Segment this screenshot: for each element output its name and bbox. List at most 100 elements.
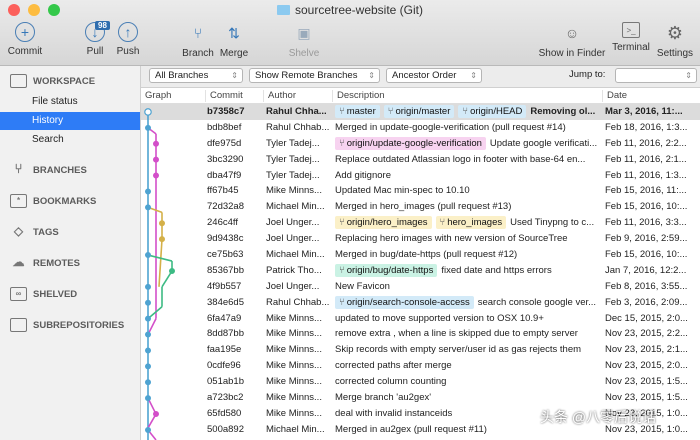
table-row[interactable]: 384e6d5 Rahul Chhab... ⑂ origin/search-co… xyxy=(141,295,700,311)
graph-edge xyxy=(158,239,163,287)
branch-label-tag[interactable]: ⑂ origin/master xyxy=(383,105,455,118)
table-row[interactable]: ff67b45 Mike Minns... Updated Mac min-sp… xyxy=(141,183,700,199)
commit-node[interactable] xyxy=(144,124,152,131)
commit-node[interactable] xyxy=(144,315,152,322)
commit-node[interactable] xyxy=(144,363,152,370)
commit-node[interactable] xyxy=(144,331,152,338)
push-button[interactable]: ↑ Push xyxy=(114,22,142,57)
order-select[interactable]: Ancestor Order ⇕ xyxy=(386,68,482,83)
table-row[interactable]: 85367bb Patrick Tho... ⑂ origin/bug/date-… xyxy=(141,263,700,279)
terminal-icon: >_ xyxy=(622,22,640,38)
commit-node[interactable] xyxy=(159,220,166,227)
column-graph[interactable]: Graph xyxy=(141,90,171,102)
commit-date: Nov 23, 2015, 1:5... xyxy=(605,376,688,388)
table-row[interactable]: b7358c7 Rahul Chha... ⑂ master ⑂ origin/mas… xyxy=(141,104,700,120)
branch-icon: ⑂ xyxy=(14,161,23,176)
commit-node[interactable] xyxy=(144,204,152,211)
sidebar-section-shelved[interactable]: ∞ SHELVED xyxy=(10,287,77,301)
commit-node[interactable] xyxy=(153,156,160,163)
commit-node[interactable] xyxy=(144,283,152,290)
table-row[interactable]: 246c4ff Joel Unger... ⑂ origin/hero_image… xyxy=(141,215,700,231)
sidebar-section-bookmarks[interactable]: * BOOKMARKS xyxy=(10,194,96,208)
commit-hash: 246c4ff xyxy=(207,217,238,229)
commit-node[interactable] xyxy=(153,172,160,179)
table-row[interactable]: bdb8bef Rahul Chhab... Merged in update-… xyxy=(141,120,700,136)
branch-icon: ⑂ xyxy=(462,106,469,117)
commit-author: Mike Minns... xyxy=(266,328,322,340)
sidebar-item-file-status[interactable]: File status xyxy=(0,93,140,111)
table-row[interactable]: 3bc3290 Tyler Tadej... Replace outdated … xyxy=(141,152,700,168)
column-description[interactable]: Description xyxy=(332,90,385,102)
commit-node[interactable] xyxy=(144,379,152,386)
branch-label-tag[interactable]: ⑂ master xyxy=(335,105,380,118)
remote-branches-select[interactable]: Show Remote Branches ⇕ xyxy=(249,68,380,83)
column-author[interactable]: Author xyxy=(263,90,296,102)
shelve-label: Shelve xyxy=(288,48,320,59)
column-commit[interactable]: Commit xyxy=(205,90,243,102)
commit-message: Replace outdated Atlassian logo in foote… xyxy=(335,153,586,165)
sidebar-section-remotes[interactable]: ☁ REMOTES xyxy=(10,256,80,270)
commit-node[interactable] xyxy=(159,236,166,243)
terminal-button[interactable]: >_ Terminal xyxy=(610,22,652,53)
commit-message: deal with invalid instanceids xyxy=(335,407,453,419)
gear-icon: ⚙ xyxy=(666,22,684,43)
commit-button[interactable]: + Commit xyxy=(6,22,44,57)
commit-date: Feb 11, 2016, 1:3... xyxy=(605,169,687,181)
table-row[interactable]: dfe975d Tyler Tadej... ⑂ origin/update-go… xyxy=(141,136,700,152)
table-row[interactable]: ce75b63 Michael Min... Merged in bug/dat… xyxy=(141,247,700,263)
commit-hash: 4f9b557 xyxy=(207,280,242,292)
sidebar-section-branches[interactable]: ⑂ BRANCHES xyxy=(10,161,87,177)
shelve-icon: ▣ xyxy=(297,24,311,41)
table-row[interactable]: 051ab1b Mike Minns... corrected column c… xyxy=(141,374,700,390)
commit-node[interactable] xyxy=(144,188,152,195)
commit-node[interactable] xyxy=(153,411,160,418)
commit-date: Nov 23, 2015, 1:5... xyxy=(605,392,688,404)
table-row[interactable]: 0cdfe96 Mike Minns... corrected paths af… xyxy=(141,358,700,374)
commit-node[interactable] xyxy=(153,140,160,147)
commit-message: Merged in au2gex (pull request #11) xyxy=(335,423,487,435)
table-row[interactable]: a723bc2 Mike Minns... Merge branch 'au2g… xyxy=(141,390,700,406)
table-row[interactable]: 4f9b557 Joel Unger... New Favicon Feb 8,… xyxy=(141,279,700,295)
branch-label-tag[interactable]: ⑂ origin/bug/date-https xyxy=(335,263,438,277)
sidebar-item-history[interactable]: History xyxy=(0,112,140,130)
commit-hash: ff67b45 xyxy=(207,185,239,197)
commit-author: Mike Minns... xyxy=(266,392,322,404)
branch-label-tag[interactable]: ⑂ origin/HEAD xyxy=(458,105,527,118)
show-in-finder-button[interactable]: ☺ Show in Finder xyxy=(538,22,606,59)
table-row[interactable]: 8dd87bb Mike Minns... remove extra , whe… xyxy=(141,326,700,342)
commit-node[interactable] xyxy=(144,426,152,433)
branch-label-tag[interactable]: ⑂ origin/search-console-access xyxy=(335,295,474,309)
column-date[interactable]: Date xyxy=(602,90,627,102)
sidebar-item-search[interactable]: Search xyxy=(0,131,140,149)
sidebar-section-workspace[interactable]: WORKSPACE xyxy=(10,74,95,88)
branch-icon: ⑂ xyxy=(339,137,345,149)
branch-label-tag[interactable]: ⑂ origin/update-google-verification xyxy=(335,136,486,150)
sidebar-section-tags[interactable]: ◇ TAGS xyxy=(10,225,59,239)
branch-label-tag[interactable]: ⑂ hero_images xyxy=(435,216,507,230)
settings-button[interactable]: ⚙ Settings xyxy=(655,22,695,60)
commit-node[interactable] xyxy=(169,267,176,274)
commit-node[interactable] xyxy=(144,395,152,402)
pull-button[interactable]: ↓ 98 Pull xyxy=(82,21,110,57)
commit-date: Feb 3, 2016, 2:09... xyxy=(605,296,688,308)
branch-button[interactable]: ⑂ Branch xyxy=(181,22,215,59)
table-row[interactable]: 6fa47a9 Mike Minns... updated to move su… xyxy=(141,311,700,327)
commit-node[interactable] xyxy=(144,252,152,259)
table-row[interactable]: 9d9438c Joel Unger... Replacing hero ima… xyxy=(141,231,700,247)
merge-button[interactable]: ⇅ Merge xyxy=(218,22,250,60)
commit-date: Feb 15, 2016, 11:... xyxy=(605,185,687,197)
commit-author: Mike Minns... xyxy=(266,360,322,372)
commit-node[interactable] xyxy=(144,299,152,306)
branches-select[interactable]: All Branches ⇕ xyxy=(149,68,243,83)
shelve-button[interactable]: ▣ Shelve xyxy=(287,22,321,60)
table-row[interactable]: dba47f9 Tyler Tadej... Add gitignore Feb… xyxy=(141,168,700,184)
commit-message: Merged in bug/date-https (pull request #… xyxy=(335,249,518,261)
commit-node[interactable] xyxy=(144,347,152,354)
sidebar-section-subrepositories[interactable]: SUBREPOSITORIES xyxy=(10,318,124,332)
branch-label-tag[interactable]: ⑂ origin/hero_images xyxy=(335,216,432,230)
table-row[interactable]: faa195e Mike Minns... Skip records with … xyxy=(141,342,700,358)
commit-node[interactable] xyxy=(144,108,152,116)
table-row[interactable]: 72d32a8 Michael Min... Merged in hero_im… xyxy=(141,199,700,215)
jump-to-select[interactable]: ⇕ xyxy=(615,68,697,83)
commit-author: Rahul Chha... xyxy=(266,106,327,117)
